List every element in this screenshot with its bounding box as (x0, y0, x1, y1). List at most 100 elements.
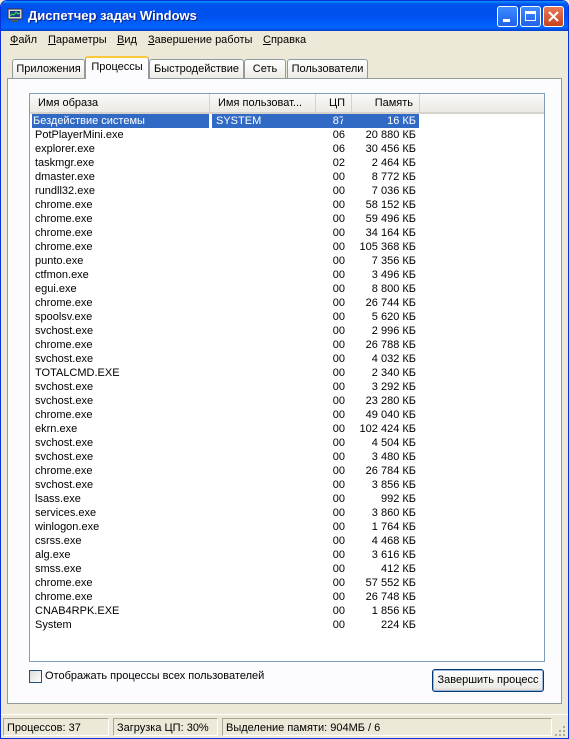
process-row[interactable]: TOTALCMD.EXE 00 2 340 КБ (30, 366, 544, 380)
menu-file[interactable]: Файл (10, 34, 37, 46)
process-row[interactable]: svchost.exe 00 3 480 КБ (30, 450, 544, 464)
menu-help[interactable]: Справка (263, 34, 306, 46)
process-name: punto.exe (35, 255, 84, 267)
process-memory: 26 748 КБ (365, 591, 416, 603)
process-name: chrome.exe (35, 213, 93, 225)
process-cpu: 00 (332, 535, 345, 547)
close-button[interactable] (543, 6, 564, 27)
menu-view[interactable]: Вид (117, 34, 137, 46)
process-cpu: 00 (332, 297, 345, 309)
process-cpu: 00 (332, 507, 345, 519)
process-row[interactable]: chrome.exe 00 26 744 КБ (30, 296, 544, 310)
process-row[interactable]: svchost.exe 00 4 032 КБ (30, 352, 544, 366)
process-memory: 4 468 КБ (371, 535, 416, 547)
column-header-image-name[interactable]: Имя образа (30, 94, 210, 112)
close-icon (548, 11, 559, 22)
process-memory: 412 КБ (380, 563, 416, 575)
end-process-button[interactable]: Завершить процесс (432, 669, 544, 692)
minimize-button[interactable] (497, 6, 518, 27)
process-row[interactable]: chrome.exe 00 34 164 КБ (30, 226, 544, 240)
show-all-users-label: Отображать процессы всех пользователей (45, 670, 265, 682)
process-row[interactable]: svchost.exe 00 4 504 КБ (30, 436, 544, 450)
process-row[interactable]: taskmgr.exe 02 2 464 КБ (30, 156, 544, 170)
process-row[interactable]: services.exe 00 3 860 КБ (30, 506, 544, 520)
resize-grip-icon[interactable] (554, 725, 566, 737)
process-name: explorer.exe (35, 143, 95, 155)
process-row[interactable]: svchost.exe 00 3 856 КБ (30, 478, 544, 492)
process-row[interactable]: lsass.exe 00 992 КБ (30, 492, 544, 506)
menu-options[interactable]: Параметры (48, 34, 107, 46)
menu-shutdown[interactable]: Завершение работы (148, 34, 252, 46)
process-name: csrss.exe (35, 535, 82, 547)
process-memory: 5 620 КБ (371, 311, 416, 323)
process-name: svchost.exe (35, 381, 94, 393)
process-row[interactable]: Бездействие системы SYSTEM 87 16 КБ (30, 114, 544, 128)
column-header-cpu[interactable]: ЦП (316, 94, 352, 112)
process-name: services.exe (35, 507, 97, 519)
show-all-users-checkbox[interactable] (29, 670, 42, 683)
column-header-user[interactable]: Имя пользоват... (210, 94, 316, 112)
process-row[interactable]: System 00 224 КБ (30, 618, 544, 632)
process-cpu: 00 (332, 549, 345, 561)
process-row[interactable]: explorer.exe 06 30 456 КБ (30, 142, 544, 156)
process-row[interactable]: CNAB4RPK.EXE 00 1 856 КБ (30, 604, 544, 618)
process-memory: 20 880 КБ (365, 129, 416, 141)
process-row[interactable]: punto.exe 00 7 356 КБ (30, 254, 544, 268)
process-list[interactable]: Имя образа Имя пользоват... ЦП Память Бе… (29, 93, 545, 662)
process-cpu: 00 (332, 437, 345, 449)
process-row[interactable]: rundll32.exe 00 7 036 КБ (30, 184, 544, 198)
process-memory: 4 504 КБ (371, 437, 416, 449)
process-cpu: 00 (332, 381, 345, 393)
process-cpu: 00 (332, 577, 345, 589)
process-name: svchost.exe (35, 437, 94, 449)
process-cpu: 00 (332, 213, 345, 225)
process-memory: 3 480 КБ (371, 451, 416, 463)
process-row[interactable]: chrome.exe 00 58 152 КБ (30, 198, 544, 212)
process-name: chrome.exe (35, 297, 93, 309)
process-memory: 2 464 КБ (371, 157, 416, 169)
process-name: svchost.exe (35, 479, 94, 491)
process-cpu: 00 (332, 423, 345, 435)
process-row[interactable]: csrss.exe 00 4 468 КБ (30, 534, 544, 548)
process-row[interactable]: ekrn.exe 00 102 424 КБ (30, 422, 544, 436)
process-memory: 7 036 КБ (371, 185, 416, 197)
process-row[interactable]: egui.exe 00 8 800 КБ (30, 282, 544, 296)
menu-bar: Файл Параметры Вид Завершение работы Спр… (1, 31, 568, 50)
tab-processes[interactable]: Процессы (85, 56, 149, 79)
tab-network[interactable]: Сеть (244, 59, 286, 78)
process-memory: 59 496 КБ (365, 213, 416, 225)
process-row[interactable]: alg.exe 00 3 616 КБ (30, 548, 544, 562)
window-title: Диспетчер задач Windows (28, 8, 197, 23)
process-cpu: 00 (332, 311, 345, 323)
process-row[interactable]: chrome.exe 00 59 496 КБ (30, 212, 544, 226)
process-row[interactable]: chrome.exe 00 57 552 КБ (30, 576, 544, 590)
process-name: winlogon.exe (35, 521, 100, 533)
title-bar[interactable]: Диспетчер задач Windows (1, 1, 568, 31)
process-row[interactable]: chrome.exe 00 26 748 КБ (30, 590, 544, 604)
process-name: chrome.exe (35, 409, 93, 421)
process-row[interactable]: PotPlayerMini.exe 06 20 880 КБ (30, 128, 544, 142)
process-row[interactable]: svchost.exe 00 2 996 КБ (30, 324, 544, 338)
process-row[interactable]: svchost.exe 00 23 280 КБ (30, 394, 544, 408)
maximize-button[interactable] (520, 6, 541, 27)
process-name: ekrn.exe (35, 423, 78, 435)
column-header-memory[interactable]: Память (352, 94, 420, 112)
process-row[interactable]: ctfmon.exe 00 3 496 КБ (30, 268, 544, 282)
process-cpu: 00 (332, 479, 345, 491)
process-memory: 3 292 КБ (371, 381, 416, 393)
process-row[interactable]: spoolsv.exe 00 5 620 КБ (30, 310, 544, 324)
process-row[interactable]: smss.exe 00 412 КБ (30, 562, 544, 576)
tab-performance[interactable]: Быстродействие (149, 59, 244, 78)
process-row[interactable]: chrome.exe 00 26 788 КБ (30, 338, 544, 352)
process-row[interactable]: dmaster.exe 00 8 772 КБ (30, 170, 544, 184)
process-row[interactable]: chrome.exe 00 49 040 КБ (30, 408, 544, 422)
process-cpu: 87 (317, 114, 345, 128)
tab-applications[interactable]: Приложения (12, 59, 85, 78)
tab-users[interactable]: Пользователи (287, 59, 368, 78)
process-memory: 16 КБ (343, 114, 419, 128)
process-row[interactable]: svchost.exe 00 3 292 КБ (30, 380, 544, 394)
process-row[interactable]: chrome.exe 00 26 784 КБ (30, 464, 544, 478)
process-row[interactable]: chrome.exe 00 105 368 КБ (30, 240, 544, 254)
process-name: chrome.exe (35, 591, 93, 603)
process-row[interactable]: winlogon.exe 00 1 764 КБ (30, 520, 544, 534)
